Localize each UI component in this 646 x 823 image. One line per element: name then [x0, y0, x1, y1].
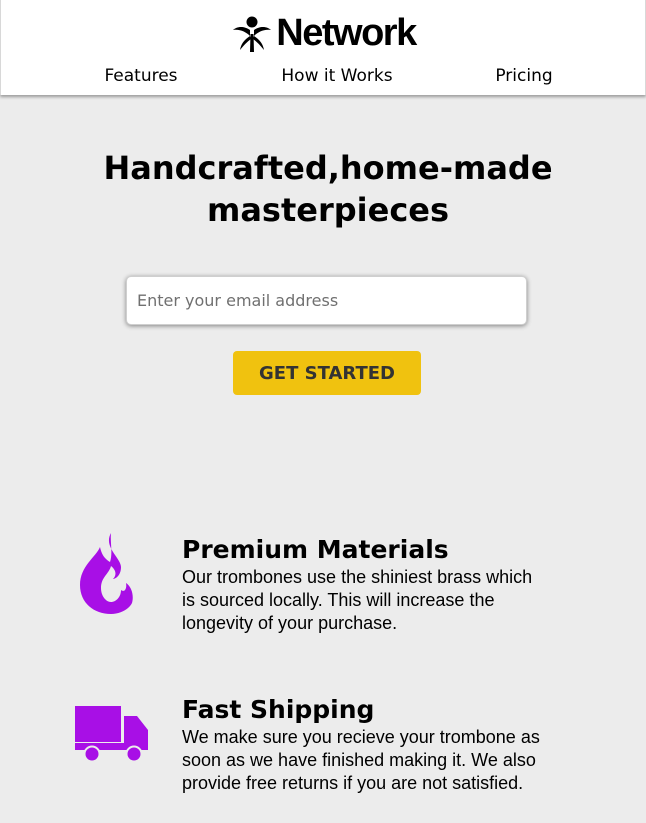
nav-link-how-it-works[interactable]: How it Works	[281, 64, 392, 88]
nav-link-features[interactable]: Features	[104, 64, 177, 88]
brand-logo[interactable]: Network	[1, 12, 646, 54]
logo-mark-icon	[233, 16, 272, 52]
feature-description: Our trombones use the shiniest brass whi…	[182, 566, 592, 635]
hero-title: Handcrafted,home-made masterpieces	[0, 147, 646, 231]
brand-name: Network	[276, 12, 417, 54]
email-input[interactable]	[126, 276, 527, 325]
fire-icon	[80, 533, 133, 614]
feature-description-line: longevity of your purchase.	[182, 613, 398, 633]
feature-description-line: provide free returns if you are not sati…	[182, 773, 524, 793]
feature-title: Fast Shipping	[182, 695, 375, 724]
feature-description-line: We make sure you recieve your trombone a…	[182, 727, 540, 747]
hero-title-line-2: masterpieces	[206, 191, 450, 229]
feature-title: Premium Materials	[182, 535, 449, 564]
get-started-button[interactable]: GET STARTED	[233, 351, 421, 395]
site-header: Network Features How it Works Pricing	[0, 0, 646, 95]
truck-icon	[75, 706, 148, 762]
feature-description-line: is sourced locally. This will increase t…	[182, 590, 495, 610]
nav-link-pricing[interactable]: Pricing	[495, 64, 552, 88]
feature-description-line: Our trombones use the shiniest brass whi…	[182, 567, 533, 587]
hero-title-line-1: Handcrafted,home-made	[103, 149, 553, 187]
feature-description: We make sure you recieve your trombone a…	[182, 726, 592, 795]
feature-description-line: soon as we have finished making it. We a…	[182, 750, 536, 770]
